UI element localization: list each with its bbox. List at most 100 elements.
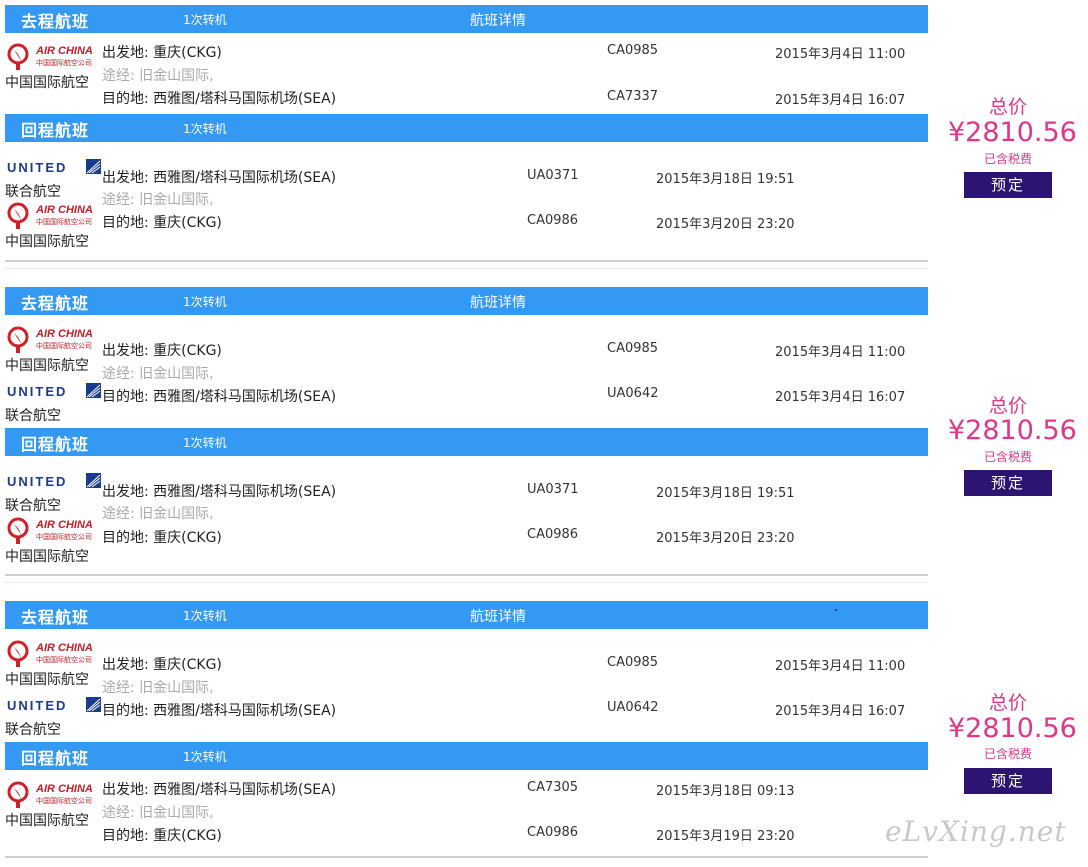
return-title: 回程航班 (21, 435, 90, 454)
svg-text:中国国际航空公司: 中国国际航空公司 (36, 341, 92, 350)
book-button[interactable]: 预定 (964, 172, 1052, 198)
flight-datetime: 2015年3月18日 19:51 (656, 172, 795, 187)
outbound-title: 去程航班 (21, 608, 90, 627)
airline-name: 联合航空 (5, 184, 61, 200)
arrival-text: 目的地: 重庆(CKG) (102, 530, 222, 546)
divider (5, 582, 928, 583)
via-text: 途经: 旧金山国际, (102, 68, 214, 84)
tax-note: 已含税费 (983, 450, 1032, 464)
book-button[interactable]: 预定 (964, 768, 1052, 794)
air-china-logo: AIR CHINA 中国国际航空公司 (6, 780, 98, 810)
total-price-label: 总价 (988, 96, 1027, 118)
flight-datetime: 2015年3月4日 11:00 (775, 345, 906, 360)
tax-note: 已含税费 (983, 747, 1032, 761)
air-china-logo: AIR CHINA 中国国际航空公司 (6, 201, 98, 231)
arrival-text: 目的地: 重庆(CKG) (102, 215, 222, 231)
arrival-text: 目的地: 西雅图/塔科马国际机场(SEA) (102, 389, 337, 405)
departure-text: 出发地: 西雅图/塔科马国际机场(SEA) (102, 170, 337, 186)
flight-number: CA0985 (607, 341, 659, 356)
transfer-count: 1次转机 (183, 609, 227, 623)
flight-number: CA0985 (607, 655, 659, 670)
svg-text:AIR CHINA: AIR CHINA (35, 328, 93, 340)
svg-text:中国国际航空公司: 中国国际航空公司 (36, 217, 92, 226)
flight-datetime: 2015年3月18日 09:13 (656, 784, 795, 799)
flight-number: UA0371 (527, 168, 579, 183)
via-text: 途经: 旧金山国际, (102, 680, 214, 696)
flight-datetime: 2015年3月19日 23:20 (656, 829, 795, 844)
airline-name: 中国国际航空 (5, 358, 89, 374)
airline-name: 联合航空 (5, 408, 61, 424)
svg-text:AIR CHINA: AIR CHINA (35, 45, 93, 57)
airline-name: 中国国际航空 (5, 672, 89, 688)
flight-datetime: 2015年3月4日 16:07 (775, 704, 906, 719)
airline-name: 中国国际航空 (5, 234, 89, 250)
flight-number: CA7337 (607, 89, 659, 104)
outbound-header: 去程航班 1次转机 航班详情 (5, 287, 928, 315)
transfer-count: 1次转机 (183, 13, 227, 27)
outbound-header: 去程航班 1次转机 航班详情 (5, 601, 928, 629)
svg-text:UNITED: UNITED (7, 474, 67, 489)
departure-text: 出发地: 重庆(CKG) (102, 343, 222, 359)
flight-details-link[interactable]: 航班详情 (470, 10, 526, 30)
svg-text:中国国际航空公司: 中国国际航空公司 (36, 796, 92, 805)
svg-text:中国国际航空公司: 中国国际航空公司 (36, 532, 92, 541)
arrival-text: 目的地: 西雅图/塔科马国际机场(SEA) (102, 91, 337, 107)
watermark: eLvXing.net (885, 815, 1067, 848)
via-text: 途经: 旧金山国际, (102, 506, 214, 522)
flight-number: CA0986 (527, 825, 579, 840)
outbound-title: 去程航班 (21, 294, 90, 313)
flight-details-link[interactable]: 航班详情 (470, 606, 526, 626)
flight-datetime: 2015年3月4日 16:07 (775, 390, 906, 405)
svg-text:UNITED: UNITED (7, 698, 67, 713)
divider (5, 856, 928, 858)
return-title: 回程航班 (21, 121, 90, 140)
svg-text:AIR CHINA: AIR CHINA (35, 783, 93, 795)
svg-text:中国国际航空公司: 中国国际航空公司 (36, 655, 92, 664)
transfer-count: 1次转机 (183, 295, 227, 309)
svg-text:AIR CHINA: AIR CHINA (35, 204, 93, 216)
flight-number: CA0986 (527, 527, 579, 542)
svg-text:中国国际航空公司: 中国国际航空公司 (36, 58, 92, 67)
flight-details-link[interactable]: 航班详情 (470, 292, 526, 312)
airline-name: 中国国际航空 (5, 549, 89, 565)
return-header: 回程航班 1次转机 (5, 114, 928, 142)
air-china-logo: AIR CHINA 中国国际航空公司 (6, 516, 98, 546)
total-price: ¥2810.56 (948, 713, 1077, 744)
via-text: 途经: 旧金山国际, (102, 192, 214, 208)
flight-datetime: 2015年3月20日 23:20 (656, 217, 795, 232)
departure-text: 出发地: 西雅图/塔科马国际机场(SEA) (102, 782, 337, 798)
arrival-text: 目的地: 重庆(CKG) (102, 828, 222, 844)
divider (5, 260, 928, 262)
via-text: 途经: 旧金山国际, (102, 366, 214, 382)
svg-text:UNITED: UNITED (7, 160, 67, 175)
transfer-count: 1次转机 (183, 436, 227, 450)
flight-number: UA0642 (607, 386, 659, 401)
svg-text:AIR CHINA: AIR CHINA (35, 642, 93, 654)
flight-number: CA0986 (527, 213, 579, 228)
return-title: 回程航班 (21, 749, 90, 768)
transfer-count: 1次转机 (183, 750, 227, 764)
flight-option-1: 去程航班 1次转机 航班详情 AIR CHINA 中国国际航空公司 中国国际航空 … (0, 0, 1088, 270)
total-price-label: 总价 (988, 395, 1027, 417)
flight-datetime: 2015年3月4日 11:00 (775, 659, 906, 674)
total-price: ¥2810.56 (948, 415, 1077, 446)
via-text: 途经: 旧金山国际, (102, 805, 214, 821)
transfer-count: 1次转机 (183, 122, 227, 136)
air-china-logo: AIR CHINA 中国国际航空公司 (6, 325, 98, 355)
dot-marker (835, 609, 837, 611)
svg-text:AIR CHINA: AIR CHINA (35, 519, 93, 531)
return-header: 回程航班 1次转机 (5, 428, 928, 456)
departure-text: 出发地: 重庆(CKG) (102, 657, 222, 673)
departure-text: 出发地: 西雅图/塔科马国际机场(SEA) (102, 484, 337, 500)
tax-note: 已含税费 (983, 152, 1032, 166)
book-button[interactable]: 预定 (964, 470, 1052, 496)
outbound-header: 去程航班 1次转机 航班详情 (5, 5, 928, 33)
svg-text:UNITED: UNITED (7, 384, 67, 399)
total-price: ¥2810.56 (948, 117, 1077, 148)
divider (5, 268, 928, 269)
flight-number: UA0371 (527, 482, 579, 497)
outbound-title: 去程航班 (21, 12, 90, 31)
air-china-logo: AIR CHINA 中国国际航空公司 (6, 639, 98, 669)
flight-datetime: 2015年3月18日 19:51 (656, 486, 795, 501)
airline-name: 联合航空 (5, 498, 61, 514)
